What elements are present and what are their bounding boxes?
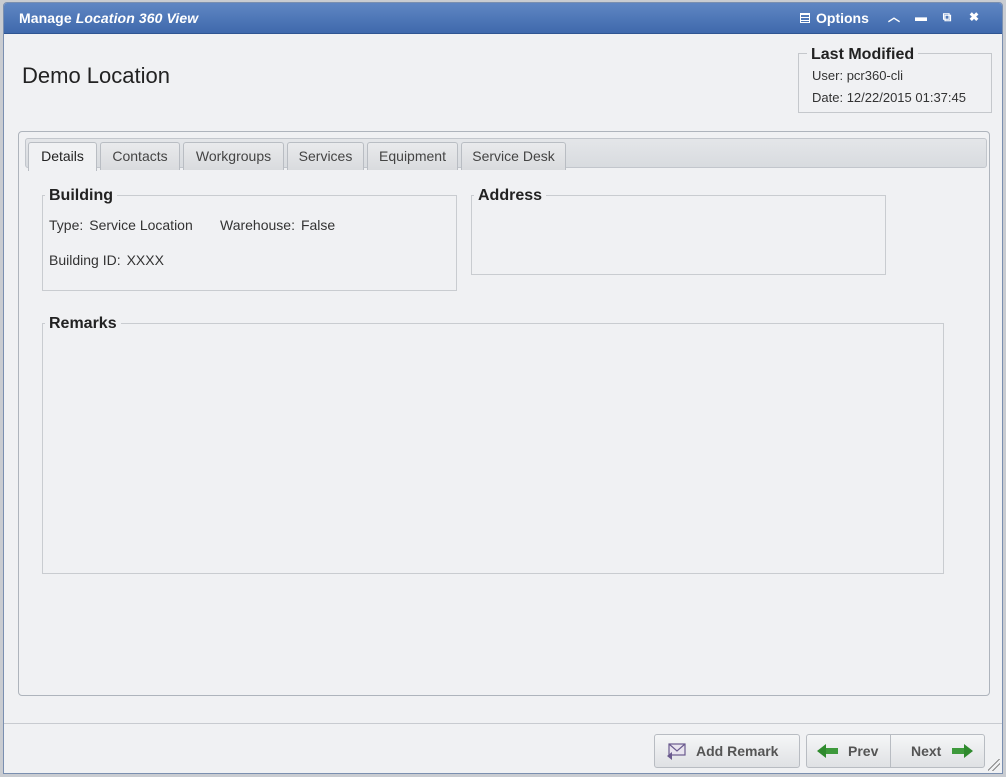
- window-title-italic: Location 360 View: [75, 10, 199, 26]
- collapse-icon[interactable]: ︿: [886, 9, 902, 25]
- resize-grip[interactable]: [988, 759, 1000, 771]
- next-button[interactable]: Next: [890, 734, 985, 768]
- prev-button[interactable]: Prev: [806, 734, 891, 768]
- next-label: Next: [911, 743, 942, 759]
- tab-details[interactable]: Details: [28, 142, 97, 171]
- warehouse-field: Warehouse: False: [220, 217, 335, 233]
- tab-workgroups[interactable]: Workgroups: [183, 142, 284, 170]
- date-label: Date:: [812, 90, 844, 105]
- last-modified-box: Last Modified User: pcr360-cli Date: 12/…: [798, 46, 992, 113]
- last-modified-date-row: Date: 12/22/2015 01:37:45: [812, 90, 966, 105]
- window-titlebar[interactable]: Manage Location 360 View Options ︿ ▬ ⧉ ✖: [4, 3, 1002, 34]
- window-title-prefix: Manage: [19, 10, 72, 26]
- list-menu-icon: [800, 13, 810, 23]
- building-fieldset: Building Type: Service Location Warehouse…: [42, 187, 457, 291]
- building-type-label: Type:: [49, 217, 84, 233]
- popout-icon[interactable]: ⧉: [939, 9, 955, 25]
- add-remark-button[interactable]: Add Remark: [654, 734, 800, 768]
- footer-divider: [4, 723, 1002, 724]
- building-id-field: Building ID: XXXX: [49, 252, 164, 268]
- remarks-legend: Remarks: [45, 315, 121, 333]
- tab-equipment[interactable]: Equipment: [367, 142, 458, 170]
- warehouse-value: False: [300, 217, 336, 233]
- arrow-right-icon: [951, 744, 974, 758]
- building-type-field: Type: Service Location: [49, 217, 193, 233]
- tab-service-desk[interactable]: Service Desk: [461, 142, 566, 170]
- options-menu-button[interactable]: Options: [800, 10, 869, 26]
- remarks-fieldset: Remarks: [42, 315, 944, 574]
- tab-contacts[interactable]: Contacts: [100, 142, 180, 170]
- manage-window: Manage Location 360 View Options ︿ ▬ ⧉ ✖…: [3, 2, 1003, 774]
- details-panel: Details Contacts Workgroups Services Equ…: [18, 131, 990, 696]
- warehouse-label: Warehouse:: [220, 217, 295, 233]
- last-modified-legend: Last Modified: [807, 46, 919, 64]
- close-icon[interactable]: ✖: [966, 9, 982, 25]
- window-title: Manage Location 360 View: [19, 10, 198, 26]
- tab-services[interactable]: Services: [287, 142, 364, 170]
- building-id-value: XXXX: [126, 252, 164, 268]
- building-type-value: Service Location: [89, 217, 193, 233]
- tab-strip: Details Contacts Workgroups Services Equ…: [25, 138, 987, 171]
- building-id-label: Building ID:: [49, 252, 121, 268]
- address-fieldset: Address: [471, 187, 886, 275]
- prev-label: Prev: [848, 743, 879, 759]
- address-legend: Address: [474, 187, 547, 205]
- user-value: pcr360-cli: [846, 68, 904, 83]
- user-label: User:: [812, 68, 844, 83]
- mail-remark-icon: [667, 743, 686, 760]
- last-modified-user-row: User: pcr360-cli: [812, 68, 903, 83]
- add-remark-label: Add Remark: [696, 743, 779, 759]
- arrow-left-icon: [817, 744, 839, 758]
- date-value: 12/22/2015 01:37:45: [846, 90, 966, 105]
- options-label: Options: [816, 10, 869, 26]
- minimize-icon[interactable]: ▬: [913, 9, 929, 25]
- building-legend: Building: [45, 187, 117, 205]
- page-title: Demo Location: [22, 63, 170, 88]
